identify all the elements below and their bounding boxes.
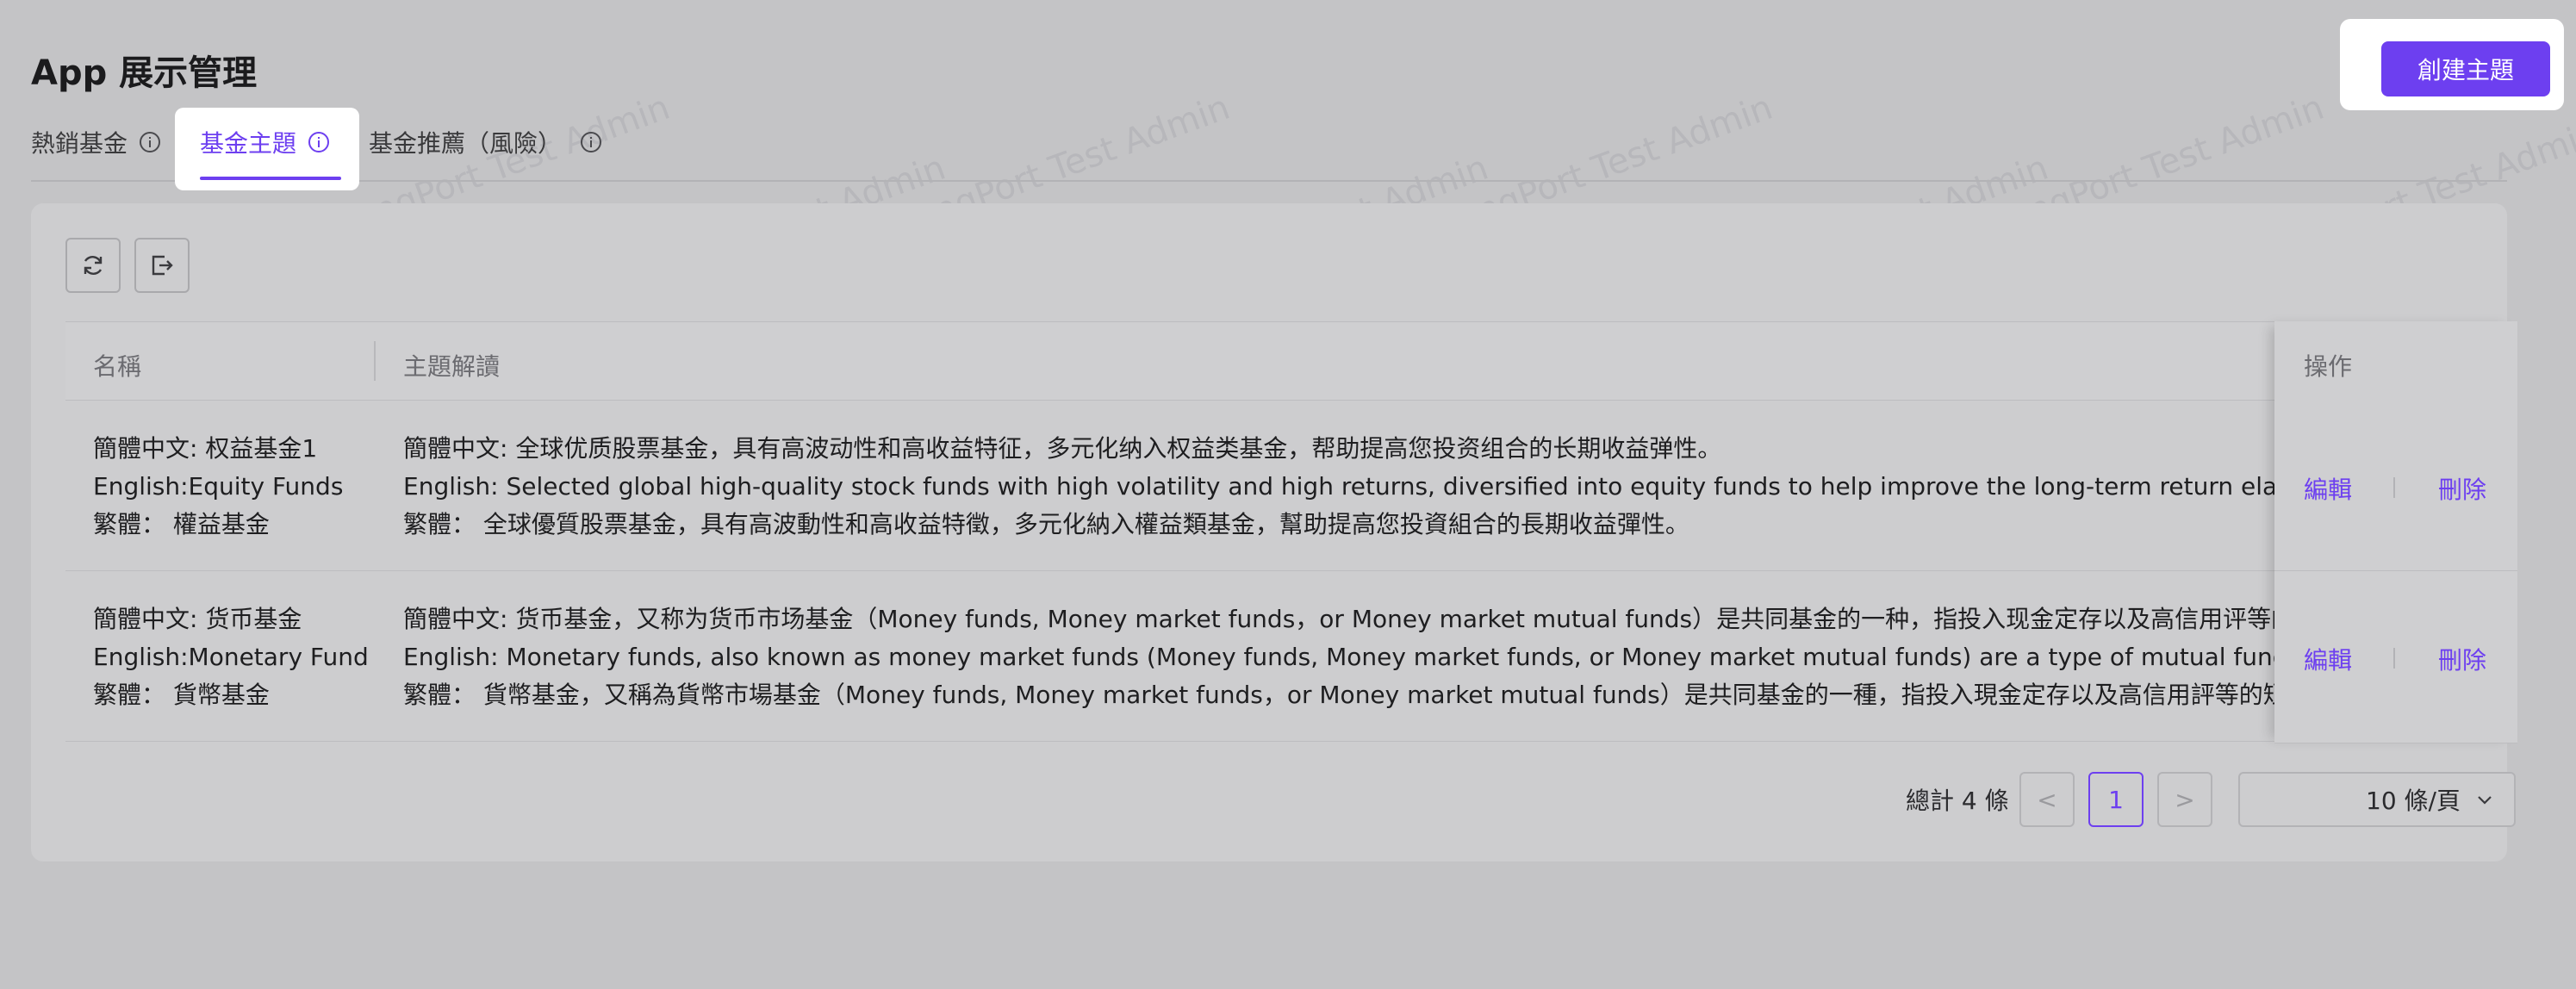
theme-traditional: 繁體： 貨幣基金，又稱為貨幣市場基金（Money funds, Money ma…: [403, 681, 2274, 709]
row-name-cell: 簡體中文: 权益基金1 English:Equity Funds 繁體： 權益基…: [93, 430, 374, 544]
pagination-total: 總計 4 條: [1906, 787, 2009, 815]
row-name-cell: 簡體中文: 货币基金 English:Monetary Fund 繁體： 貨幣基…: [93, 600, 374, 714]
action-divider: [2393, 648, 2395, 669]
pagination-prev-button[interactable]: <: [2019, 772, 2075, 827]
row-theme-cell: 簡體中文: 货币基金，又称为货币市场基金（Money funds, Money …: [403, 600, 2274, 714]
name-simplified: 簡體中文: 权益基金1: [93, 434, 318, 463]
info-icon[interactable]: [579, 130, 603, 154]
name-traditional: 繁體： 貨幣基金: [93, 681, 270, 709]
active-tab-indicator: [200, 177, 341, 180]
theme-simplified: 簡體中文: 全球优质股票基金，具有高波动性和高收益特征，多元化纳入权益类基金，帮…: [403, 434, 1722, 463]
tabs-divider: [31, 180, 2507, 182]
theme-simplified: 簡體中文: 货币基金，又称为货币市场基金（Money funds, Money …: [403, 605, 2274, 633]
theme-english: English: Selected global high-quality st…: [403, 472, 2274, 501]
chevron-down-icon: [2478, 796, 2492, 805]
pagination-next-button[interactable]: >: [2157, 772, 2212, 827]
row-divider: [2274, 570, 2517, 571]
tab-hot-funds[interactable]: 熱銷基金: [31, 125, 162, 159]
refresh-icon: [84, 256, 103, 275]
chevron-right-icon: >: [2175, 785, 2195, 814]
page-number: 1: [2108, 785, 2124, 814]
name-english: English:Equity Funds: [93, 472, 344, 501]
page-title: App 展示管理: [31, 53, 258, 93]
info-icon[interactable]: [138, 130, 162, 154]
action-column: [2274, 321, 2517, 743]
create-theme-button[interactable]: 創建主題: [2381, 41, 2550, 96]
tab-label: 基金推薦（風險）: [369, 129, 563, 158]
action-divider: [2393, 477, 2395, 498]
export-icon: [152, 255, 173, 276]
name-simplified: 簡體中文: 货币基金: [93, 605, 302, 633]
tab-fund-recommendation-risk[interactable]: 基金推薦（風險）: [369, 125, 603, 159]
tab-fund-themes[interactable]: 基金主題: [200, 125, 331, 159]
page-size-value: 10 條/頁: [2366, 787, 2461, 815]
theme-traditional: 繁體： 全球優質股票基金，具有高波動性和高收益特徵，多元化納入權益類基金，幫助提…: [403, 510, 1689, 538]
edit-link[interactable]: 編輯: [2304, 642, 2352, 676]
info-icon[interactable]: [307, 130, 331, 154]
column-header-name: 名稱: [93, 352, 142, 381]
export-button[interactable]: [134, 238, 190, 293]
name-english: English:Monetary Fund: [93, 643, 369, 671]
theme-english: English: Monetary funds, also known as m…: [403, 643, 2274, 671]
column-header-theme: 主題解讀: [403, 352, 501, 381]
page-size-select[interactable]: 10 條/頁: [2238, 772, 2516, 827]
delete-link[interactable]: 刪除: [2438, 471, 2486, 506]
delete-link[interactable]: 刪除: [2438, 642, 2486, 676]
name-traditional: 繁體： 權益基金: [93, 510, 270, 538]
column-header-actions: 操作: [2304, 352, 2353, 381]
pagination-page-1[interactable]: 1: [2088, 772, 2144, 827]
tab-label: 基金主題: [200, 129, 297, 158]
column-divider: [374, 341, 376, 381]
row-theme-cell: 簡體中文: 全球优质股票基金，具有高波动性和高收益特征，多元化纳入权益类基金，帮…: [403, 430, 2274, 544]
edit-link[interactable]: 編輯: [2304, 471, 2352, 506]
refresh-button[interactable]: [65, 238, 121, 293]
tab-label: 熱銷基金: [31, 129, 128, 158]
chevron-left-icon: <: [2037, 785, 2057, 814]
